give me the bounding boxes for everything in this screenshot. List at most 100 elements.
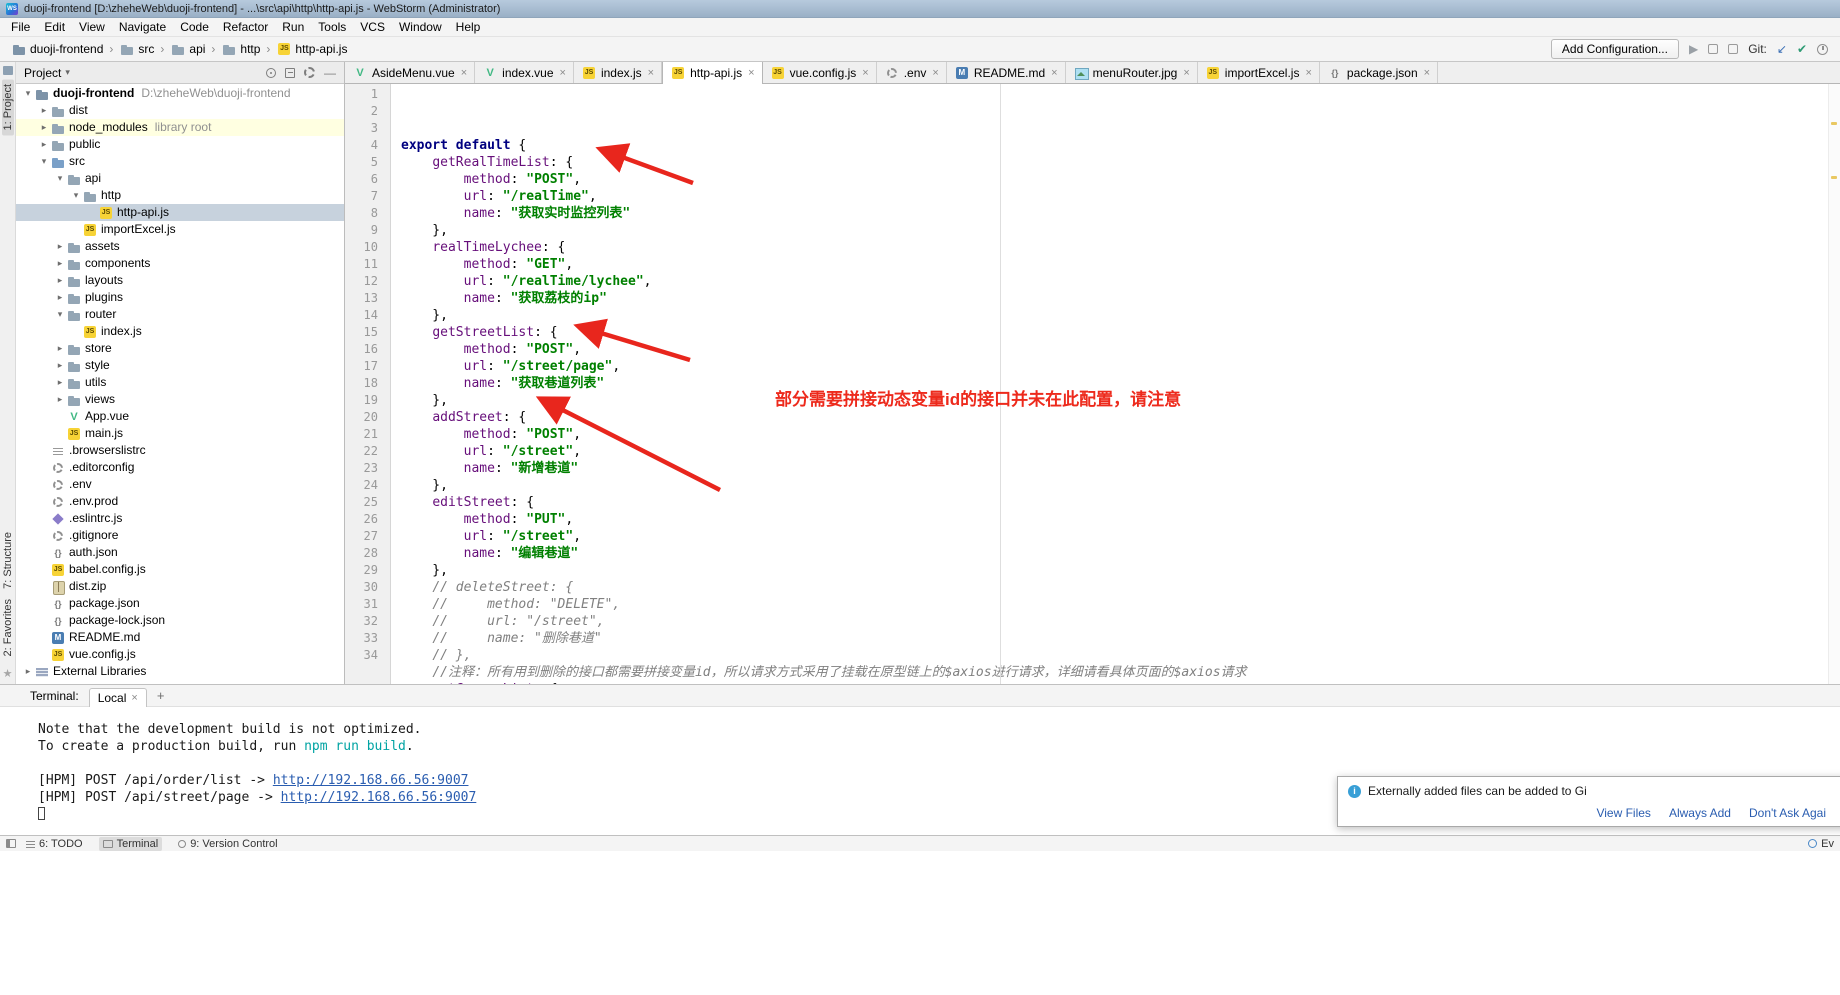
tree-item[interactable]: ▾api — [16, 170, 344, 187]
tab-close-icon[interactable]: × — [560, 67, 566, 79]
tree-item[interactable]: ▾src — [16, 153, 344, 170]
tree-item[interactable]: ▸assets — [16, 238, 344, 255]
tree-item[interactable]: dist.zip — [16, 578, 344, 595]
menu-run[interactable]: Run — [275, 18, 311, 36]
tree-item[interactable]: package-lock.json — [16, 612, 344, 629]
breadcrumb-item[interactable]: duoji-frontend — [8, 40, 106, 58]
chevron-right-icon[interactable]: ▸ — [54, 357, 66, 374]
tree-item[interactable]: ▸node_moduleslibrary root — [16, 119, 344, 136]
toolbar-action-icon[interactable] — [1728, 44, 1738, 54]
editor-tab[interactable]: package.json× — [1320, 62, 1438, 83]
tree-item[interactable]: .env.prod — [16, 493, 344, 510]
collapse-all-icon[interactable] — [285, 68, 295, 78]
tree-item[interactable]: ▾duoji-frontendD:\zheheWeb\duoji-fronten… — [16, 85, 344, 102]
history-icon[interactable] — [1817, 44, 1828, 55]
breadcrumb-item[interactable]: http-api.js — [273, 40, 350, 58]
git-commit-icon[interactable]: ✔ — [1797, 42, 1807, 56]
chevron-down-icon[interactable]: ▾ — [22, 85, 34, 102]
tree-item[interactable]: ▸components — [16, 255, 344, 272]
tree-item[interactable]: README.md — [16, 629, 344, 646]
chevron-right-icon[interactable]: ▸ — [54, 340, 66, 357]
editor-tab[interactable]: index.vue× — [475, 62, 574, 83]
menu-view[interactable]: View — [72, 18, 112, 36]
editor-tab[interactable]: index.js× — [574, 62, 662, 83]
chevron-down-icon[interactable]: ▾ — [65, 67, 70, 78]
toolbar-action-icon[interactable] — [1708, 44, 1718, 54]
tree-item[interactable]: babel.config.js — [16, 561, 344, 578]
chevron-right-icon[interactable]: ▸ — [54, 391, 66, 408]
tree-item[interactable]: vue.config.js — [16, 646, 344, 663]
chevron-right-icon[interactable]: ▸ — [54, 255, 66, 272]
editor-tab[interactable]: README.md× — [947, 62, 1066, 83]
breadcrumb-item[interactable]: api — [167, 40, 208, 58]
editor-tab[interactable]: menuRouter.jpg× — [1066, 62, 1198, 83]
chevron-right-icon[interactable]: ▸ — [54, 289, 66, 306]
tree-item[interactable]: ▸plugins — [16, 289, 344, 306]
event-log-icon[interactable] — [1808, 839, 1817, 848]
tab-close-icon[interactable]: × — [932, 67, 938, 79]
editor-tab[interactable]: .env× — [877, 62, 947, 83]
tree-item[interactable]: ▸views — [16, 391, 344, 408]
statusbar-vcs-button[interactable]: 9: Version Control — [178, 838, 277, 850]
chevron-right-icon[interactable]: ▸ — [22, 663, 34, 680]
editor-tab[interactable]: http-api.js× — [662, 62, 762, 84]
tab-close-icon[interactable]: × — [1183, 67, 1189, 79]
breadcrumb-item[interactable]: http — [218, 40, 263, 58]
tool-window-switcher-icon[interactable] — [6, 839, 16, 848]
tool-stripe-structure[interactable]: 7: Structure — [2, 527, 14, 594]
close-icon[interactable]: × — [131, 692, 137, 704]
statusbar-todo-button[interactable]: 6: TODO — [26, 838, 83, 850]
tree-item[interactable]: ▸style — [16, 357, 344, 374]
tree-item[interactable]: package.json — [16, 595, 344, 612]
event-log-label[interactable]: Ev — [1821, 838, 1834, 850]
notification-action-link[interactable]: View Files — [1596, 806, 1650, 820]
tab-close-icon[interactable]: × — [1051, 67, 1057, 79]
menu-code[interactable]: Code — [173, 18, 216, 36]
tree-item[interactable]: App.vue — [16, 408, 344, 425]
code-area[interactable]: export default { getRealTimeList: { meth… — [391, 84, 1840, 684]
tab-close-icon[interactable]: × — [748, 67, 754, 79]
terminal-link[interactable]: http://192.168.66.56:9007 — [273, 773, 469, 788]
tab-close-icon[interactable]: × — [1424, 67, 1430, 79]
tree-item[interactable]: ▾router — [16, 306, 344, 323]
project-panel-title[interactable]: Project — [24, 66, 61, 80]
chevron-right-icon[interactable]: ▸ — [54, 238, 66, 255]
tab-close-icon[interactable]: × — [461, 67, 467, 79]
tab-close-icon[interactable]: × — [862, 67, 868, 79]
tree-item[interactable]: importExcel.js — [16, 221, 344, 238]
menu-vcs[interactable]: VCS — [353, 18, 392, 36]
add-configuration-button[interactable]: Add Configuration... — [1551, 39, 1679, 59]
chevron-down-icon[interactable]: ▾ — [38, 153, 50, 170]
terminal-tab-local[interactable]: Local × — [89, 688, 147, 707]
tree-item[interactable]: .eslintrc.js — [16, 510, 344, 527]
editor-tab[interactable]: importExcel.js× — [1198, 62, 1320, 83]
chevron-right-icon[interactable]: ▸ — [54, 374, 66, 391]
chevron-right-icon[interactable]: ▸ — [38, 119, 50, 136]
tab-close-icon[interactable]: × — [648, 67, 654, 79]
tree-item[interactable]: .env — [16, 476, 344, 493]
terminal-link[interactable]: http://192.168.66.56:9007 — [281, 790, 477, 805]
menu-file[interactable]: File — [4, 18, 37, 36]
notification-action-link[interactable]: Don't Ask Agai — [1749, 806, 1826, 820]
chevron-right-icon[interactable]: ▸ — [38, 136, 50, 153]
tree-item[interactable]: ▸dist — [16, 102, 344, 119]
chevron-down-icon[interactable]: ▾ — [54, 170, 66, 187]
tree-item[interactable]: auth.json — [16, 544, 344, 561]
tree-item[interactable]: main.js — [16, 425, 344, 442]
menu-window[interactable]: Window — [392, 18, 449, 36]
git-update-icon[interactable]: ↙ — [1777, 42, 1787, 56]
tab-close-icon[interactable]: × — [1305, 67, 1311, 79]
chevron-down-icon[interactable]: ▾ — [54, 306, 66, 323]
run-icon[interactable]: ▶ — [1689, 42, 1698, 56]
tree-item[interactable]: ▸utils — [16, 374, 344, 391]
menu-refactor[interactable]: Refactor — [216, 18, 275, 36]
gear-icon[interactable] — [304, 67, 315, 78]
tree-item[interactable]: ▸store — [16, 340, 344, 357]
locate-file-icon[interactable] — [266, 68, 276, 78]
tool-stripe-project[interactable]: 1: Project — [2, 79, 14, 135]
editor[interactable]: 1234567891011121314151617181920212223242… — [345, 84, 1840, 684]
chevron-right-icon[interactable]: ▸ — [38, 102, 50, 119]
chevron-right-icon[interactable]: ▸ — [54, 272, 66, 289]
notification-action-link[interactable]: Always Add — [1669, 806, 1731, 820]
editor-tab[interactable]: vue.config.js× — [763, 62, 877, 83]
